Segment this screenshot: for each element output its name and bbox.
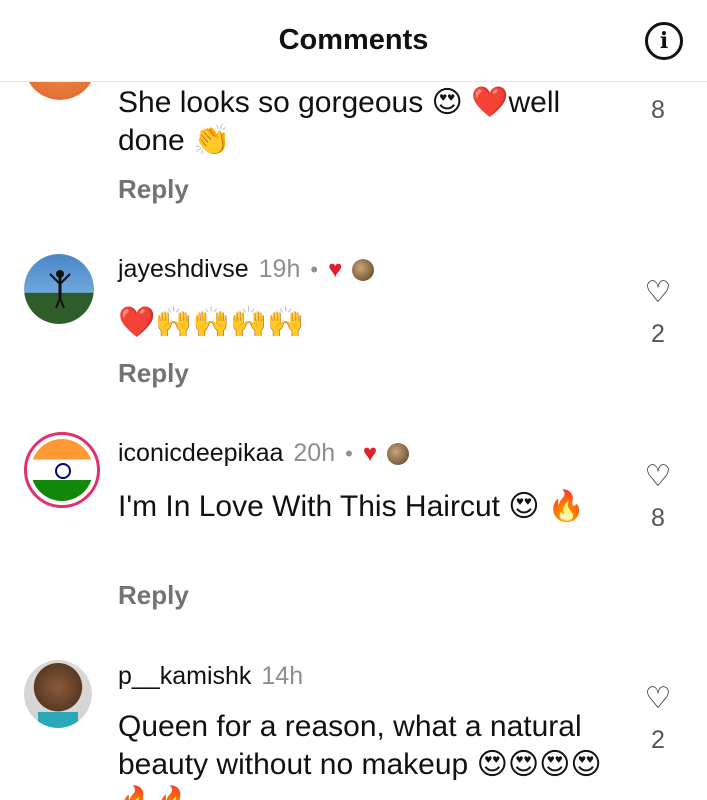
like-count: 2 [651,726,665,754]
creator-avatar-icon [352,258,375,281]
separator-dot: • [345,440,353,466]
comment-meta: iconicdeepikaa 20h • ♥ [118,439,410,468]
comment-meta: jayeshdivse 19h • ♥ [118,255,375,284]
reply-button[interactable]: Reply [118,358,189,389]
separator-dot: • [310,256,319,282]
avatar[interactable] [24,432,100,508]
page-title: Comments [278,24,429,56]
ashoka-chakra-icon [55,463,71,479]
timestamp: 14h [261,662,304,690]
info-icon[interactable]: i [645,22,683,60]
like-button[interactable]: ♡ 2 [643,278,673,349]
creator-liked-heart-icon: ♥ [362,439,378,467]
heart-outline-icon[interactable]: ♡ [643,278,673,308]
like-count: 8 [651,96,665,124]
creator-liked-heart-icon: ♥ [328,255,343,283]
avatar[interactable] [24,660,92,728]
comment-text: She looks so gorgeous 😍 ❤️well done 👏 [118,86,561,157]
avatar-figure [49,270,71,309]
comments-feed[interactable]: She looks so gorgeous 😍 ❤️well done 👏 Re… [0,0,707,800]
avatar-face [38,712,78,728]
comment-text: I'm In Love With This Haircut 😍 🔥 [118,490,586,523]
username[interactable]: p__kamishk [118,662,251,691]
like-button[interactable]: ♡ 2 [643,684,673,755]
heart-outline-icon[interactable]: ♡ [643,462,673,492]
timestamp: 20h [293,439,336,467]
like-count: 8 [651,504,665,532]
heart-outline-icon[interactable]: ♡ [643,684,673,714]
like-button[interactable]: ♡ 8 [643,462,673,533]
timestamp: 19h [258,255,301,283]
like-count: 2 [651,320,665,348]
username[interactable]: jayeshdivse [118,255,249,284]
like-button[interactable]: 8 [643,96,673,125]
comment-meta: p__kamishk 14h [118,662,303,691]
reply-button[interactable]: Reply [118,580,189,611]
creator-avatar-icon [387,442,410,465]
comment-text: Queen for a reason, what a natural beaut… [118,710,602,800]
username[interactable]: iconicdeepikaa [118,439,283,468]
comment-text: ❤️🙌🙌🙌🙌 [118,306,305,339]
reply-button[interactable]: Reply [118,174,189,205]
avatar[interactable] [24,254,94,324]
header-bar: Comments i [0,0,707,82]
